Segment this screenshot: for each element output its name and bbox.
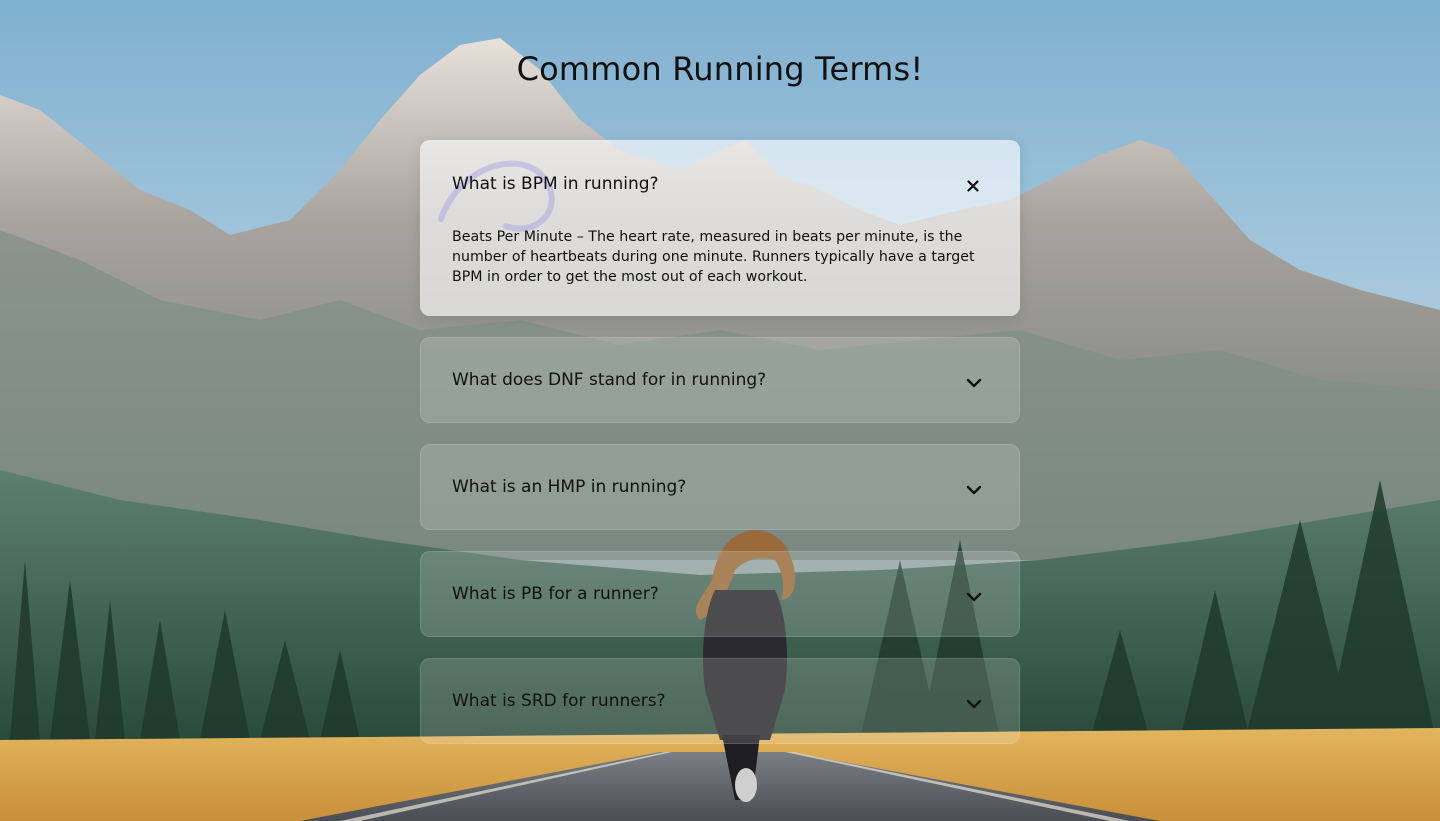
faq-item-dnf[interactable]: What does DNF stand for in running? [420,337,1020,423]
faq-question[interactable]: What is SRD for runners? [452,691,666,711]
faq-question[interactable]: What does DNF stand for in running? [452,370,766,390]
faq-item-pb[interactable]: What is PB for a runner? [420,551,1020,637]
chevron-down-icon[interactable] [965,374,983,392]
faq-answer: Beats Per Minute – The heart rate, measu… [452,229,975,285]
chevron-down-icon[interactable] [965,695,983,713]
faq-item-srd[interactable]: What is SRD for runners? [420,658,1020,744]
faq-question[interactable]: What is an HMP in running? [452,477,686,497]
faq-question[interactable]: What is BPM in running? [452,174,659,194]
chevron-down-icon[interactable] [965,588,983,606]
chevron-down-icon[interactable] [965,481,983,499]
faq-list: What is BPM in running? Beats Per Minute… [420,140,1020,765]
faq-question[interactable]: What is PB for a runner? [452,584,659,604]
faq-item-bpm[interactable]: What is BPM in running? Beats Per Minute… [420,140,1020,316]
faq-item-hmp[interactable]: What is an HMP in running? [420,444,1020,530]
page-title: Common Running Terms! [516,50,924,88]
close-icon[interactable] [964,177,982,195]
